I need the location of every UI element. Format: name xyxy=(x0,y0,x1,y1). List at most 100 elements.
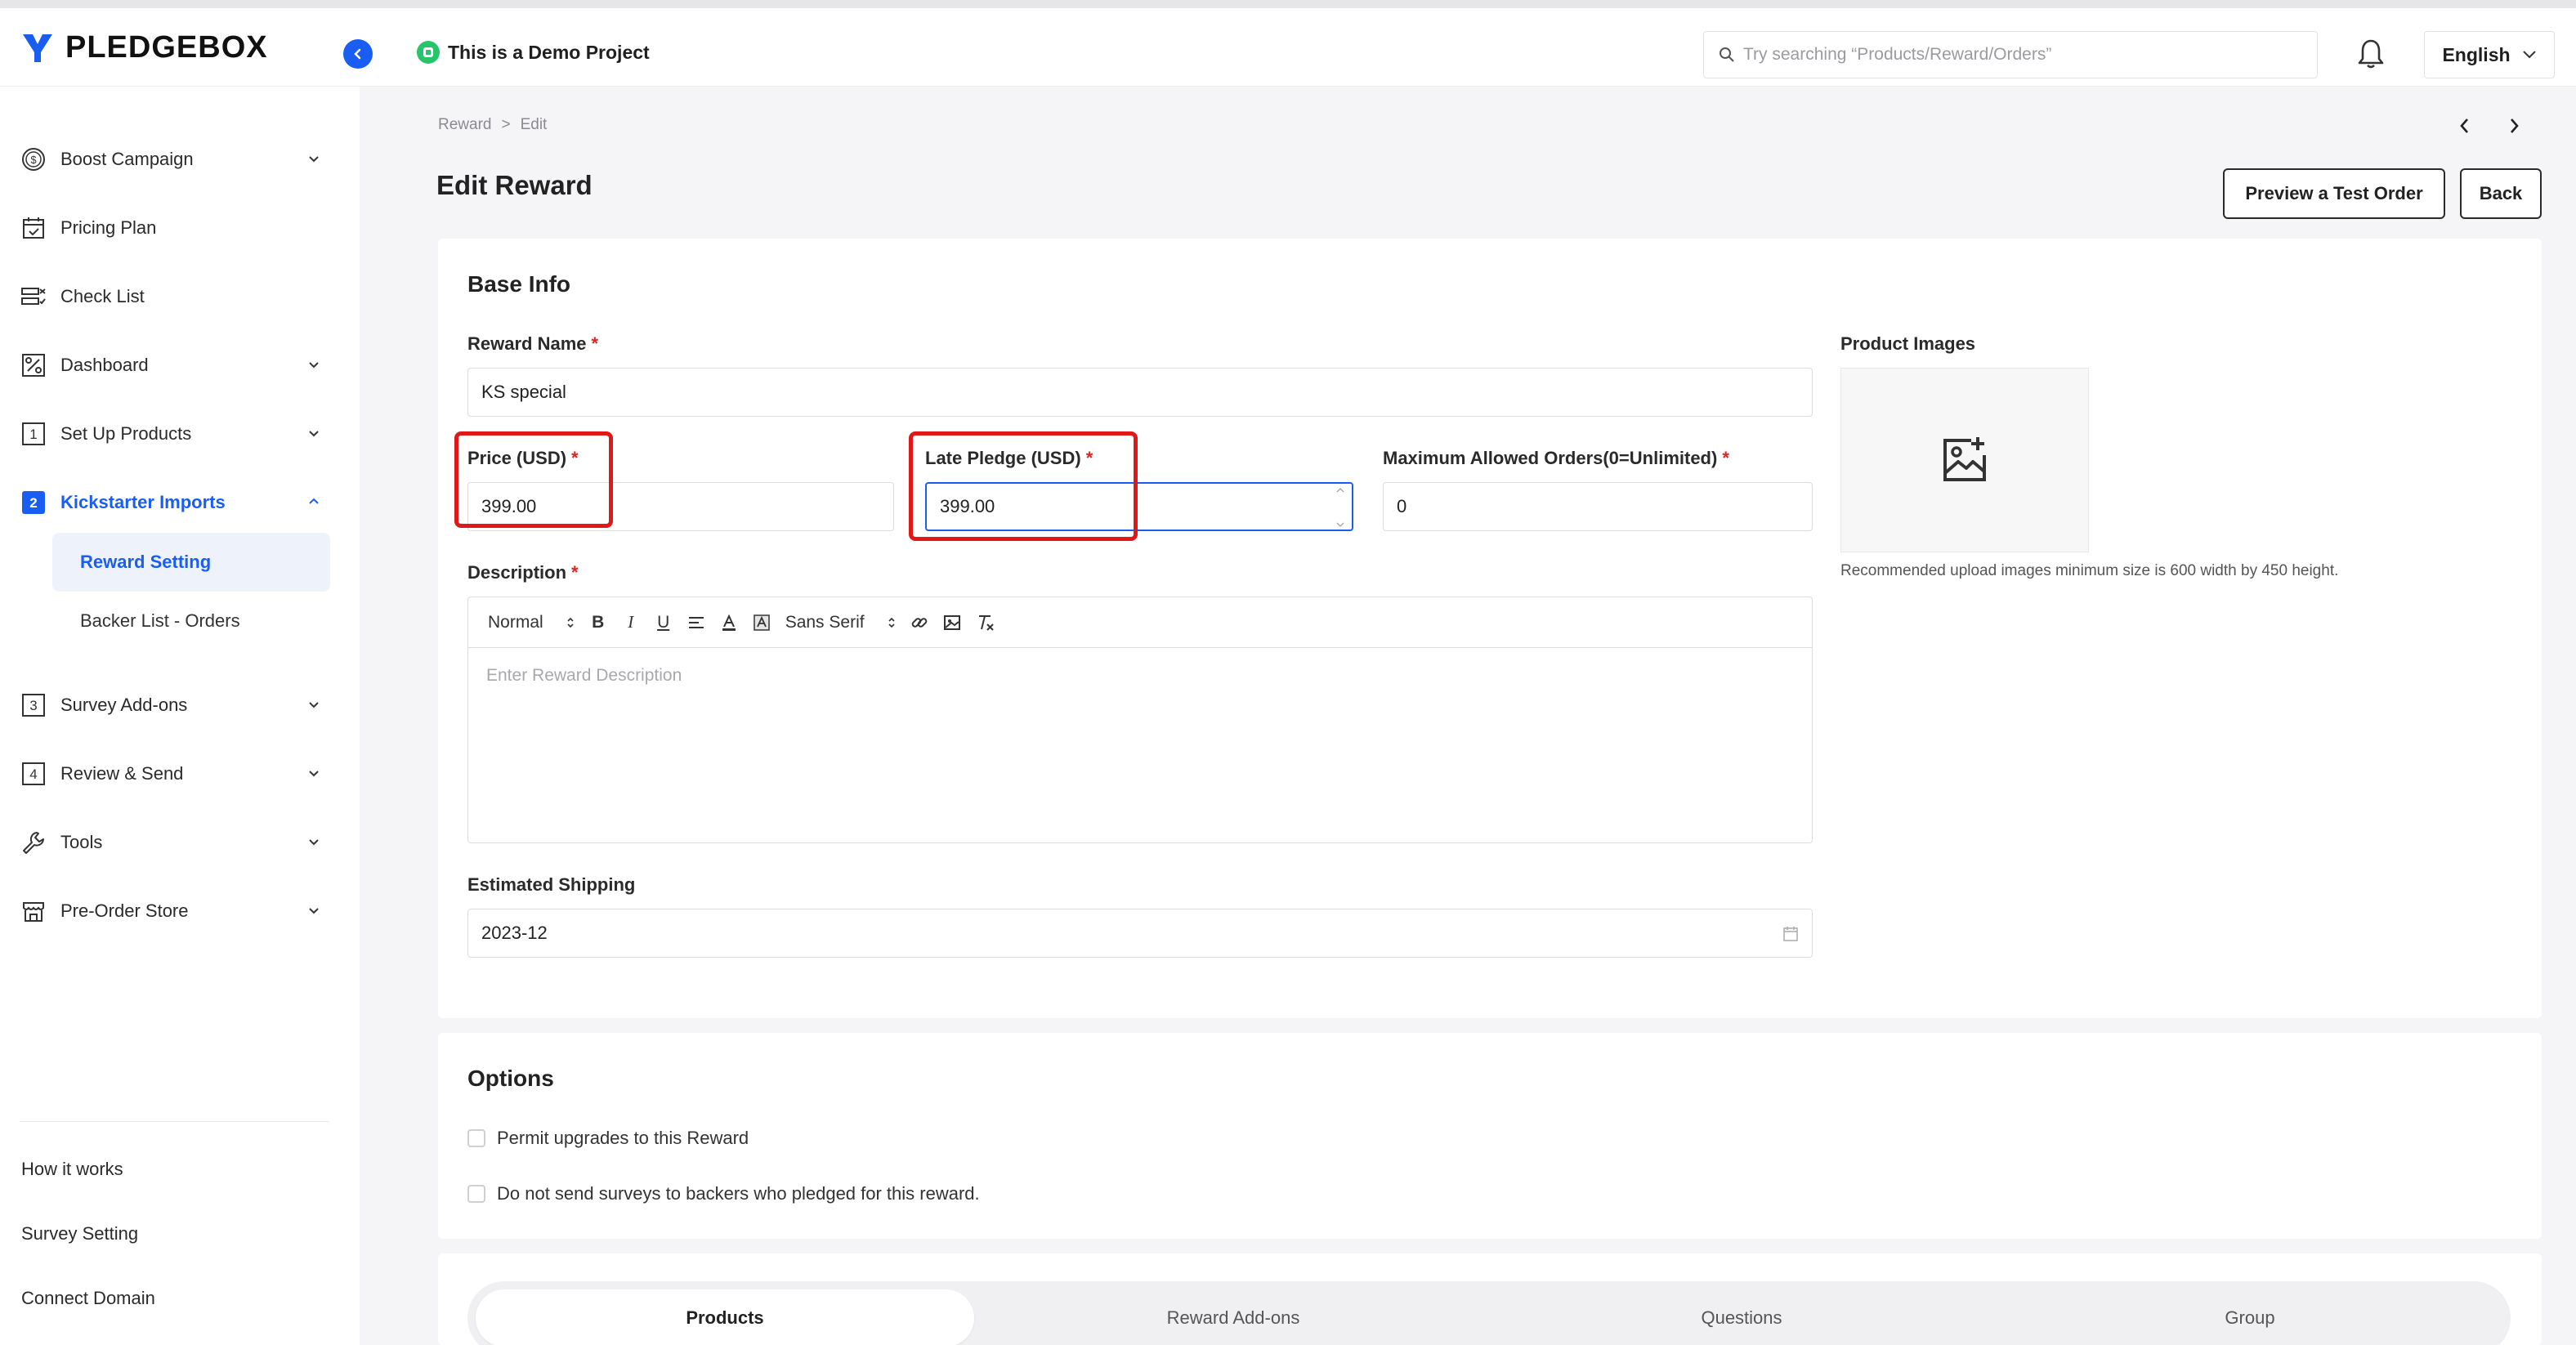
underline-icon[interactable]: U xyxy=(655,610,673,635)
required-mark: * xyxy=(591,333,599,354)
sidebar-item-dashboard[interactable]: Dashboard xyxy=(20,345,330,386)
breadcrumb-separator: > xyxy=(501,116,511,133)
font-family-select[interactable]: Sans Serif xyxy=(785,610,896,635)
select-arrows-icon xyxy=(567,617,574,628)
label-text: Description xyxy=(467,562,567,583)
collapse-sidebar-button[interactable] xyxy=(343,39,373,69)
global-search[interactable] xyxy=(1703,31,2318,78)
sidebar-item-label: Boost Campaign xyxy=(60,149,194,169)
select-arrows-icon xyxy=(888,617,895,628)
clear-format-icon[interactable] xyxy=(976,610,995,635)
estimated-shipping-input[interactable]: 2023-12 xyxy=(467,909,1813,958)
chevron-down-icon xyxy=(2522,51,2536,59)
sidebar-item-label: Kickstarter Imports xyxy=(60,492,226,512)
breadcrumb-current: Edit xyxy=(520,116,548,133)
no-surveys-label: Do not send surveys to backers who pledg… xyxy=(497,1183,980,1204)
permit-upgrades-option[interactable]: Permit upgrades to this Reward xyxy=(467,1128,749,1149)
image-icon[interactable] xyxy=(943,610,961,635)
tab-group[interactable]: Group xyxy=(2001,1289,2499,1345)
no-surveys-option[interactable]: Do not send surveys to backers who pledg… xyxy=(467,1183,980,1204)
step-4-icon: 4 xyxy=(20,760,47,788)
wrench-icon xyxy=(20,829,47,856)
chevron-left-icon xyxy=(2460,118,2468,133)
tab-reward-add-ons[interactable]: Reward Add-ons xyxy=(984,1289,1483,1345)
breadcrumb-parent[interactable]: Reward xyxy=(438,116,491,134)
reward-tabs: Products Reward Add-ons Questions Group xyxy=(467,1281,2511,1345)
add-image-icon xyxy=(1943,437,1986,481)
sidebar-item-label: Pre-Order Store xyxy=(60,900,189,921)
max-orders-input[interactable]: 0 xyxy=(1383,482,1813,531)
svg-text:$: $ xyxy=(30,154,37,166)
svg-text:2: 2 xyxy=(29,495,37,511)
search-icon xyxy=(1720,47,1734,62)
demo-project-badge: This is a Demo Project xyxy=(417,41,650,64)
sidebar-subitem-label: Backer List - Orders xyxy=(80,610,240,631)
step-3-icon: 3 xyxy=(20,691,47,719)
next-reward-button[interactable] xyxy=(2499,111,2529,141)
reward-name-input[interactable]: KS special xyxy=(467,368,1813,417)
base-info-title: Base Info xyxy=(467,271,571,297)
sidebar-subitem-label: Reward Setting xyxy=(80,552,212,572)
price-highlight-box xyxy=(454,431,613,528)
preview-test-order-button[interactable]: Preview a Test Order xyxy=(2223,168,2445,219)
how-it-works-link[interactable]: How it works xyxy=(21,1159,123,1180)
link-icon[interactable] xyxy=(910,610,928,635)
sidebar-item-set-up-products[interactable]: 1 Set Up Products xyxy=(20,413,330,454)
svg-text:3: 3 xyxy=(29,698,37,713)
sidebar-item-check-list[interactable]: Check List xyxy=(20,276,330,317)
dollar-circle-icon: $ xyxy=(20,145,47,173)
description-label: Description * xyxy=(467,562,579,583)
sidebar-item-label: Check List xyxy=(60,286,145,306)
checklist-icon xyxy=(20,283,47,311)
chevron-down-icon xyxy=(309,362,319,369)
chevron-down-icon xyxy=(309,702,319,708)
text-style-value: Normal xyxy=(488,612,543,632)
bold-icon[interactable]: B xyxy=(589,610,607,635)
sidebar-subitem-reward-setting[interactable]: Reward Setting xyxy=(52,533,330,592)
background-color-icon[interactable] xyxy=(753,610,771,635)
sidebar-item-label: Pricing Plan xyxy=(60,217,157,238)
notification-bell-icon[interactable] xyxy=(2355,38,2386,70)
sidebar-item-tools[interactable]: Tools xyxy=(20,822,330,863)
required-mark: * xyxy=(1722,448,1729,468)
tab-products[interactable]: Products xyxy=(476,1289,974,1345)
sidebar-item-pre-order-store[interactable]: Pre-Order Store xyxy=(20,891,330,932)
brand-logo[interactable]: PLEDGEBOX xyxy=(20,29,268,65)
stepper-up-icon[interactable] xyxy=(1335,487,1345,494)
estimated-shipping-label: Estimated Shipping xyxy=(467,874,636,895)
tab-questions[interactable]: Questions xyxy=(1492,1289,1991,1345)
text-style-select[interactable]: Normal xyxy=(488,610,575,635)
permit-upgrades-checkbox[interactable] xyxy=(467,1129,485,1147)
chevron-down-icon xyxy=(309,908,319,914)
svg-text:4: 4 xyxy=(29,766,37,782)
survey-setting-link[interactable]: Survey Setting xyxy=(21,1223,138,1244)
no-surveys-checkbox[interactable] xyxy=(467,1185,485,1203)
text-color-icon[interactable] xyxy=(720,610,738,635)
chevron-down-icon xyxy=(309,771,319,777)
calendar-icon[interactable] xyxy=(1782,926,1799,942)
description-editor[interactable]: Normal B I U Sans Serif Enter Reward Des… xyxy=(467,597,1813,843)
back-button[interactable]: Back xyxy=(2460,168,2542,219)
sidebar-item-label: Review & Send xyxy=(60,763,184,784)
permit-upgrades-label: Permit upgrades to this Reward xyxy=(497,1128,749,1148)
connect-domain-link[interactable]: Connect Domain xyxy=(21,1288,155,1309)
number-stepper[interactable] xyxy=(1332,487,1348,528)
sidebar-item-survey-add-ons[interactable]: 3 Survey Add-ons xyxy=(20,685,330,726)
demo-label: This is a Demo Project xyxy=(448,41,650,63)
sidebar-item-kickstarter-imports[interactable]: 2 Kickstarter Imports xyxy=(20,482,330,523)
calendar-check-icon xyxy=(20,214,47,242)
language-selector[interactable]: English xyxy=(2424,31,2555,78)
previous-reward-button[interactable] xyxy=(2450,111,2480,141)
product-image-upload[interactable] xyxy=(1840,368,2089,552)
sidebar-item-review-send[interactable]: 4 Review & Send xyxy=(20,753,330,794)
search-input[interactable] xyxy=(1743,45,2299,65)
sidebar-item-boost-campaign[interactable]: $ Boost Campaign xyxy=(20,139,330,180)
sidebar-item-label: Survey Add-ons xyxy=(60,695,188,715)
align-icon[interactable] xyxy=(687,610,705,635)
stepper-down-icon[interactable] xyxy=(1335,521,1345,528)
sidebar-subitem-backer-list-orders[interactable]: Backer List - Orders xyxy=(52,592,330,650)
base-info-card: Base Info Reward Name * KS special Price … xyxy=(438,239,2542,1018)
step-1-icon: 1 xyxy=(20,420,47,448)
italic-icon[interactable]: I xyxy=(622,610,640,635)
sidebar-item-pricing-plan[interactable]: Pricing Plan xyxy=(20,208,330,248)
